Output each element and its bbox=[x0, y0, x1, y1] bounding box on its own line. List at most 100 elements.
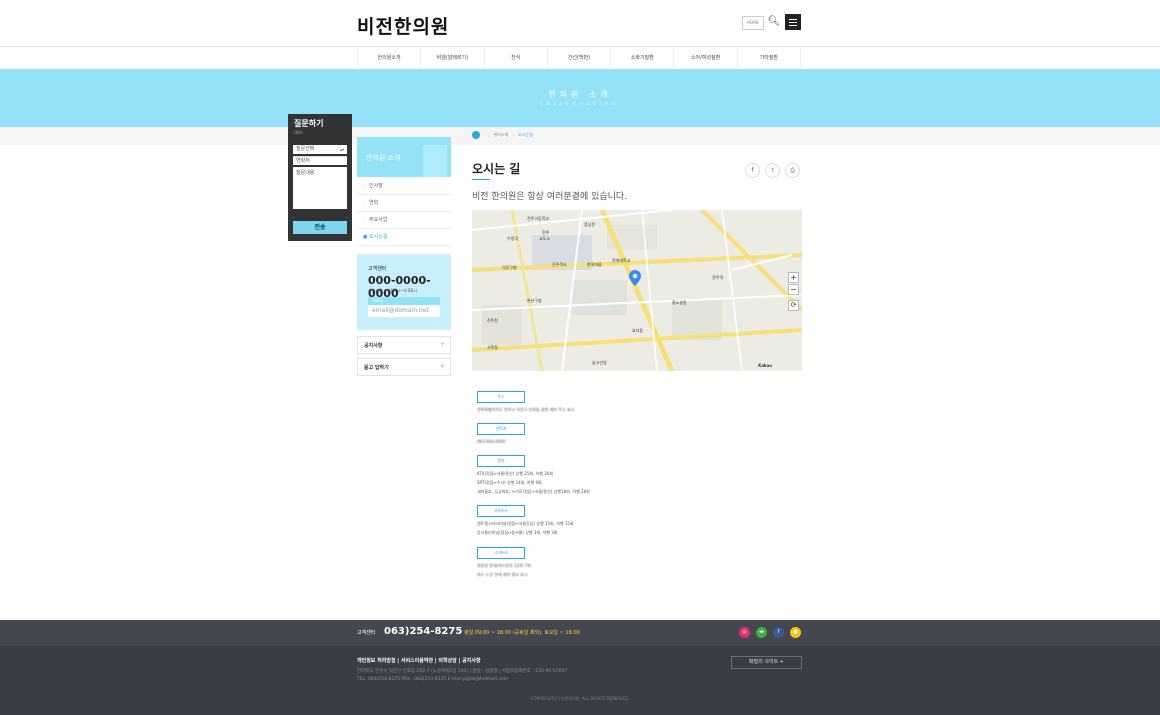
plus-icon: + bbox=[439, 363, 445, 370]
sub-banner: 한의원 소개 Introduction bbox=[0, 69, 1160, 127]
map-roads bbox=[472, 210, 802, 371]
map-label: 전주고등학교 bbox=[527, 216, 550, 221]
nav-item-children-women[interactable]: 소아/여성질환 bbox=[673, 48, 736, 68]
side-link-qna[interactable]: 묻고 답하기 + bbox=[357, 358, 451, 376]
qna-title: 질문하기 bbox=[294, 119, 324, 128]
qna-send-button[interactable]: 전송 bbox=[293, 221, 347, 234]
qna-select-value: 질문선택 bbox=[296, 146, 315, 152]
hamburger-icon[interactable] bbox=[785, 14, 801, 30]
cs-hours: 상담시간 : 오전9시~오후6시 bbox=[368, 288, 418, 293]
map-label: 풍남문 bbox=[584, 222, 596, 227]
kakaotalk-icon[interactable]: ▬ bbox=[756, 627, 767, 638]
home-icon[interactable] bbox=[472, 131, 480, 139]
site-header: 비전한의원 HOME 🔍︎ bbox=[0, 0, 1160, 47]
banner-title: 한의원 소개 bbox=[548, 90, 612, 99]
select-arrow-icon: ▴▾ bbox=[339, 147, 344, 152]
qna-category-select[interactable]: 질문선택 ▴▾ bbox=[293, 145, 347, 154]
qna-contact-input[interactable]: 연락처 bbox=[293, 156, 347, 165]
address-caption: 주소 bbox=[477, 391, 525, 403]
title-underline bbox=[472, 179, 490, 180]
contact-caption: 연락처 bbox=[477, 423, 525, 435]
city-bus-caption: 시내버스 bbox=[477, 547, 525, 559]
site-footer: 고객센터 063)254-8275 평일 09:00 ~ 18:00 (공휴일 … bbox=[0, 620, 1160, 715]
train-line: SRT(정읍↔수서) 상행 14회, 하행 9회 bbox=[477, 480, 542, 485]
map-label: 교도소 bbox=[539, 236, 551, 241]
page-title: 오시는 길 bbox=[472, 162, 521, 176]
breadcrumb-parent[interactable]: 센터소개 bbox=[494, 132, 509, 138]
nav-item-skin[interactable]: 간선(백반) bbox=[546, 48, 610, 68]
family-site-button[interactable]: 패밀리 사이트 + bbox=[731, 656, 802, 669]
nav-item-intro[interactable]: 한의원소개 bbox=[357, 48, 420, 68]
side-menu-label: 인사말 bbox=[369, 183, 383, 189]
map-label: 한옥마을 bbox=[587, 262, 602, 267]
map-marker-icon bbox=[629, 270, 641, 286]
city-bus-line: 정류장 안내(버스번호 124) 7회 bbox=[477, 563, 531, 568]
side-link-label: 공지사항 bbox=[364, 343, 383, 349]
kakaostory-icon[interactable]: ● bbox=[790, 627, 801, 638]
customer-center-box: 고객센터 000-0000-0000 상담시간 : 오전9시~오후6시 이메일 … bbox=[357, 254, 451, 330]
nav-item-asthma[interactable]: 천식 bbox=[483, 48, 547, 68]
express-bus-line: 동서울터미널(정읍↔동서울) 상행 3회, 하행 3회 bbox=[477, 530, 558, 535]
address-text: 전북특별자치도 전주시 덕진구 인후동 관련 세부 주소 표시 bbox=[477, 407, 575, 412]
footer-links[interactable]: 개인정보 처리방침 | 서비스이용약관 | 의학상담 | 공지사항 bbox=[357, 657, 480, 664]
map-label: 전주천 bbox=[487, 318, 499, 323]
cs-mail-label: 이메일 bbox=[368, 297, 440, 305]
breadcrumb-separator: › bbox=[512, 132, 514, 138]
footer-hours: 평일 09:00 ~ 18:00 (공휴일 제외), 토요일 ~ 16:00 bbox=[464, 630, 580, 636]
nav-item-digestive[interactable]: 소화기질환 bbox=[610, 48, 673, 68]
map-zoom-out-button[interactable]: − bbox=[788, 284, 799, 295]
breadcrumb: › 센터소개 › 오시는길 bbox=[472, 131, 533, 139]
train-caption: 열차 bbox=[477, 455, 525, 467]
map-label: 전주역 bbox=[712, 275, 724, 280]
side-menu-label: 연혁 bbox=[369, 200, 379, 206]
map-label: 서학동 bbox=[487, 345, 499, 350]
site-logo[interactable]: 비전한의원 bbox=[357, 12, 449, 39]
map-attribution: Kakao bbox=[758, 363, 772, 368]
breadcrumb-current: 오시는길 bbox=[517, 132, 533, 137]
search-icon[interactable]: 🔍︎ bbox=[766, 14, 782, 30]
breadcrumb-separator: › bbox=[488, 132, 490, 138]
side-menu: · 인사말 · 연혁 · 주요사업 ● 오시는길 bbox=[357, 178, 451, 246]
banner-subtitle: Introduction bbox=[540, 101, 620, 107]
nav-item-other[interactable]: 기타질환 bbox=[736, 48, 801, 68]
location-map[interactable]: 전주고등학교 전주 교도소 우정국 풍남문 덕진구청 전주객사 한옥마을 전북대… bbox=[472, 210, 802, 371]
side-link-label: 묻고 답하기 bbox=[364, 365, 389, 371]
side-menu-item-history[interactable]: · 연혁 bbox=[357, 195, 451, 212]
print-icon[interactable]: ⎙ bbox=[785, 163, 800, 178]
map-label: 덕진구청 bbox=[502, 265, 517, 270]
map-label: 남고산성 bbox=[592, 360, 607, 365]
map-label: 전주객사 bbox=[552, 262, 567, 267]
instagram-icon[interactable]: ◎ bbox=[739, 627, 750, 638]
facebook-share-icon[interactable]: f bbox=[745, 163, 760, 178]
train-line: KTX(정읍↔서울/용산) 상행 25회, 하행 26회 bbox=[477, 471, 554, 476]
building-decoration bbox=[423, 145, 447, 177]
qna-content-textarea[interactable]: 질문내용 bbox=[293, 167, 347, 209]
city-bus-line: 버스 노선 안내 세부 정보 표시 bbox=[477, 572, 528, 577]
side-link-notice[interactable]: 공지사항 + bbox=[357, 336, 451, 354]
main-navigation: 한의원소개 비염(알레르기) 천식 간선(백반) 소화기질환 소아/여성질환 기… bbox=[357, 48, 801, 68]
side-menu-label: 오시는길 bbox=[369, 234, 388, 240]
express-bus-line: 센트럴시티터미널(정읍↔서울강남) 상행 15회, 하행 15회 bbox=[477, 521, 574, 526]
facebook-icon[interactable]: f bbox=[773, 627, 784, 638]
express-bus-caption: 고속버스 bbox=[477, 505, 525, 517]
cs-mail-value: email@domain.net bbox=[368, 305, 440, 317]
side-menu-item-greeting[interactable]: · 인사말 bbox=[357, 178, 451, 195]
grey-strip bbox=[0, 127, 1160, 145]
page-intro: 비전 한의원은 항상 여러분곁에 있습니다. bbox=[472, 192, 628, 202]
map-label: 우정국 bbox=[507, 236, 519, 241]
side-menu-item-business[interactable]: · 주요사업 bbox=[357, 212, 451, 229]
footer-phone: 063)254-8275 bbox=[384, 626, 463, 637]
footer-address: 전라북도 전주시 덕진구 인후동 292-7 (노송여울2길 140) | 원장… bbox=[357, 669, 568, 674]
side-menu-item-directions[interactable]: ● 오시는길 bbox=[357, 229, 451, 246]
train-line: 새마을호, 무궁화호, 누리로(정읍↔서울/용산) 상행18회, 하행 26회 bbox=[477, 489, 590, 494]
qna-subtitle: QNA bbox=[294, 130, 303, 135]
map-label: 중노송동 bbox=[672, 300, 687, 305]
twitter-share-icon[interactable]: t bbox=[765, 163, 780, 178]
home-button[interactable]: HOME bbox=[742, 16, 764, 30]
map-label: 효자동 bbox=[632, 328, 644, 333]
map-zoom-in-button[interactable]: + bbox=[788, 272, 799, 283]
contact-text: 063-000-0000 bbox=[477, 439, 506, 444]
map-reset-button[interactable]: ⟳ bbox=[788, 300, 799, 311]
nav-item-rhinitis[interactable]: 비염(알레르기) bbox=[420, 48, 483, 68]
footer-contact: TEL: 063)254-8275 FAX : 063)254-8535 E-m… bbox=[357, 677, 509, 682]
